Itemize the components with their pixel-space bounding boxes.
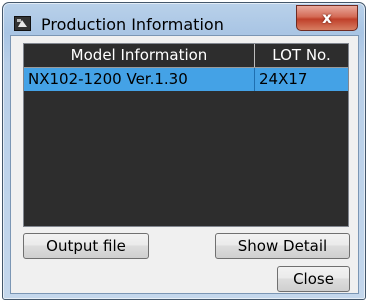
production-information-dialog: Production Information x Model Informati…: [2, 2, 366, 300]
show-detail-button[interactable]: Show Detail: [215, 233, 350, 259]
output-file-button[interactable]: Output file: [23, 233, 149, 259]
column-header-model-information[interactable]: Model Information: [24, 44, 255, 67]
window-close-button[interactable]: x: [296, 5, 358, 31]
cell-lot-no: 24X17: [259, 70, 308, 88]
app-icon: [14, 16, 31, 31]
window-title: Production Information: [41, 15, 224, 34]
cell-model-information: NX102-1200 Ver.1.30: [24, 68, 255, 91]
list-row-selected[interactable]: NX102-1200 Ver.1.30 24X17: [24, 68, 348, 91]
close-button[interactable]: Close: [277, 266, 350, 292]
list-header: Model Information LOT No.: [24, 44, 348, 68]
column-header-lot-no[interactable]: LOT No.: [255, 44, 348, 67]
production-info-list[interactable]: Model Information LOT No. NX102-1200 Ver…: [23, 43, 349, 227]
dialog-body: Model Information LOT No. NX102-1200 Ver…: [10, 35, 359, 294]
